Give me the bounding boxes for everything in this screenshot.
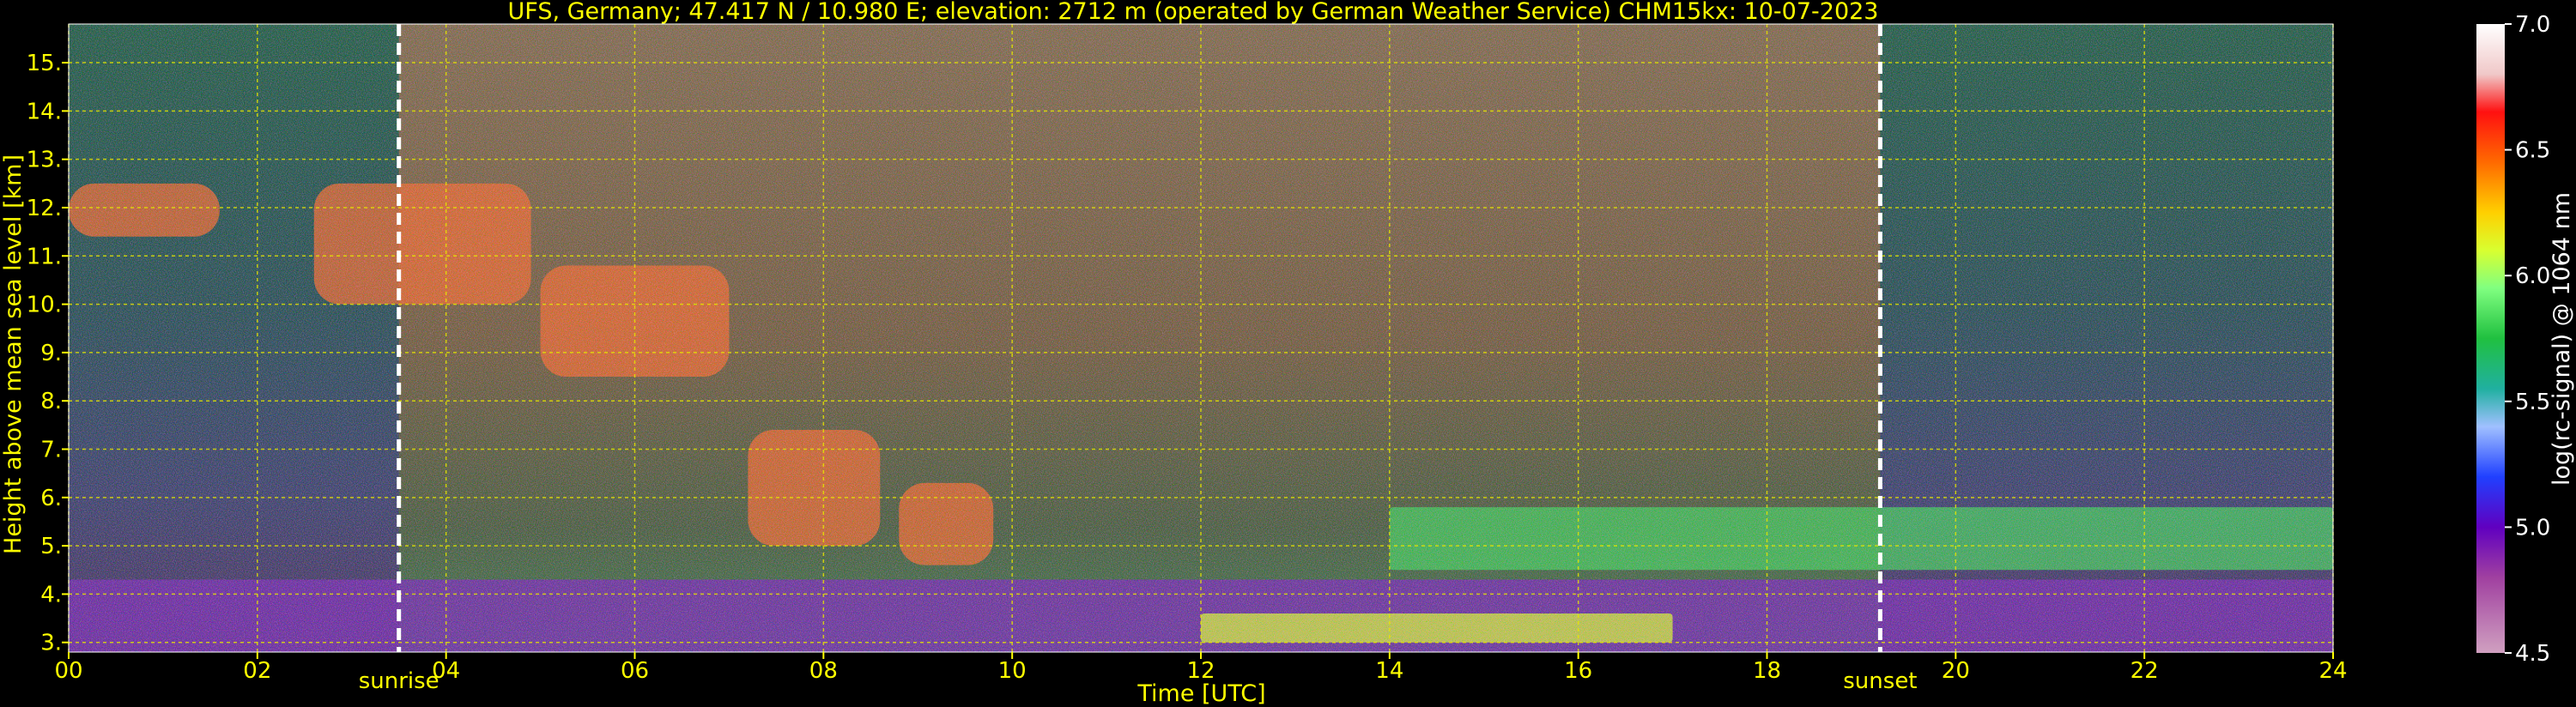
colorbar xyxy=(2476,24,2505,653)
ceilometer-chart: 00 02 04 06 08 10 12 14 16 18 20 22 24 3.4.5.6.7.8.9… xyxy=(0,0,2575,707)
signal-noise-texture xyxy=(69,24,2333,652)
annotation-label: sunrise xyxy=(359,668,439,694)
x-axis-label: Time [UTC] xyxy=(1136,680,1265,707)
colorbar-tick-label: 6.0 xyxy=(2515,263,2550,289)
y-tick-label: 14. xyxy=(27,99,62,124)
x-tick-label: 08 xyxy=(809,658,838,684)
colorbar-tick-label: 4.5 xyxy=(2515,641,2550,667)
chart-title: UFS, Germany; 47.417 N / 10.980 E; eleva… xyxy=(508,0,1879,25)
y-tick-label: 12. xyxy=(27,196,62,221)
x-tick-label: 06 xyxy=(621,658,649,684)
y-tick-label: 6. xyxy=(40,486,62,511)
y-tick-labels: 3. 4. 5. 6. 7. 8. 9. 10. 11. 12. 13. 14. 15. xyxy=(27,51,69,656)
colorbar-tick-label: 5.5 xyxy=(2515,390,2550,415)
y-tick-label: 13. xyxy=(27,148,62,173)
colorbar-label: log(rc-signal) @ 1064 nm xyxy=(2549,192,2575,486)
y-tick-label: 15. xyxy=(27,51,62,76)
x-tick-label: 24 xyxy=(2318,658,2347,684)
colorbar-ticks: 7.0 6.5 6.0 5.5 5.0 4.5 xyxy=(2505,12,2550,667)
feature-layers xyxy=(69,24,2333,652)
y-tick-label: 10. xyxy=(27,293,62,318)
x-tick-label: 16 xyxy=(1564,658,1592,684)
x-tick-label: 18 xyxy=(1753,658,1781,684)
colorbar-tick-label: 5.0 xyxy=(2515,515,2550,541)
x-tick-label: 10 xyxy=(998,658,1027,684)
y-tick-label: 11. xyxy=(27,244,62,269)
y-tick-label: 9. xyxy=(40,341,62,366)
y-tick-label: 8. xyxy=(40,389,62,414)
x-tick-label: 14 xyxy=(1375,658,1403,684)
annotation-label: sunset xyxy=(1843,668,1917,694)
x-tick-label: 22 xyxy=(2131,658,2159,684)
colorbar-tick-label: 6.5 xyxy=(2515,138,2550,164)
y-tick-label: 4. xyxy=(40,582,62,607)
colorbar-tick-label: 7.0 xyxy=(2515,12,2550,38)
x-tick-label: 00 xyxy=(54,658,82,684)
y-tick-label: 3. xyxy=(40,631,62,656)
y-tick-label: 7. xyxy=(40,438,62,463)
x-tick-label: 02 xyxy=(243,658,271,684)
y-axis-label: Height above mean sea level [km] xyxy=(0,154,27,554)
x-tick-label: 20 xyxy=(1942,658,1970,684)
y-tick-label: 5. xyxy=(40,534,62,559)
